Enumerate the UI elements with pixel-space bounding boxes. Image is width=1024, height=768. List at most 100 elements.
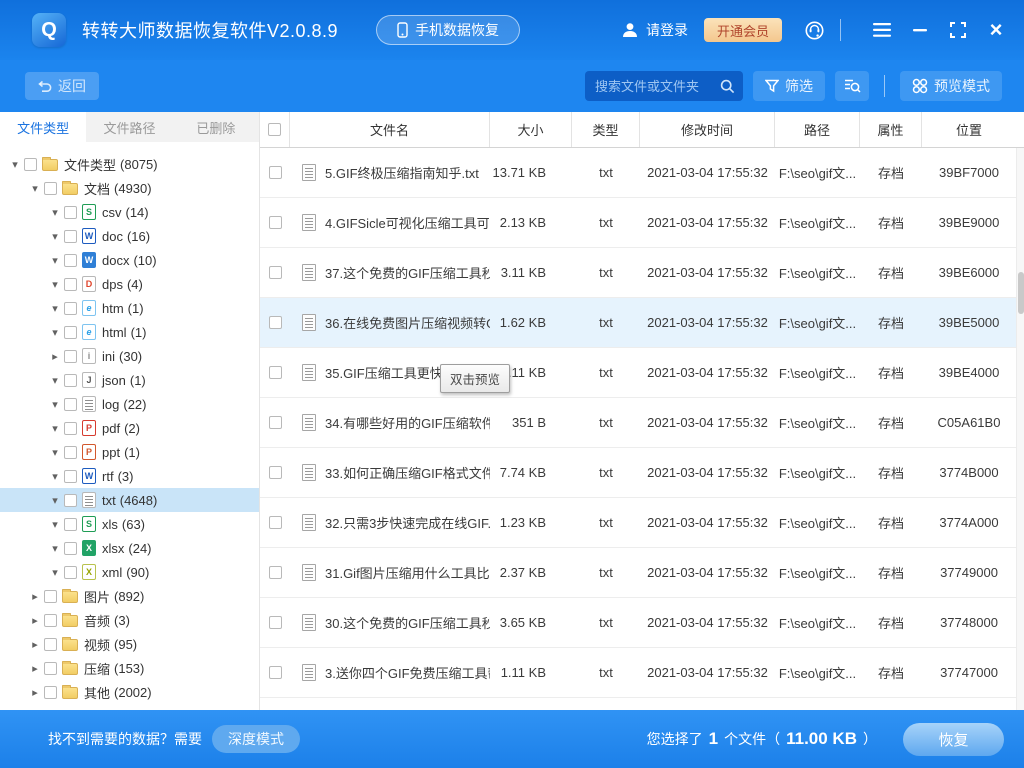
row-checkbox[interactable] — [269, 416, 282, 429]
expand-arrow-icon[interactable]: ▾ — [8, 158, 22, 171]
tree-checkbox[interactable] — [44, 638, 57, 651]
phone-recovery-button[interactable]: 手机数据恢复 — [376, 15, 520, 45]
tree-item-视频[interactable]: ▸视频(95) — [0, 632, 259, 656]
column-header-0[interactable]: 文件名 — [290, 112, 490, 147]
row-checkbox[interactable] — [269, 466, 282, 479]
tree-checkbox[interactable] — [44, 182, 57, 195]
expand-arrow-icon[interactable]: ▾ — [48, 374, 62, 387]
tree-checkbox[interactable] — [64, 350, 77, 363]
vip-button[interactable]: 开通会员 — [704, 18, 782, 42]
row-checkbox[interactable] — [269, 316, 282, 329]
tree-item-ini[interactable]: ▸iini(30) — [0, 344, 259, 368]
tree-item-xlsx[interactable]: ▾Xxlsx(24) — [0, 536, 259, 560]
preview-mode-button[interactable]: 预览模式 — [900, 71, 1002, 101]
expand-arrow-icon[interactable]: ▾ — [48, 518, 62, 531]
tree-item-txt[interactable]: ▾txt(4648) — [0, 488, 259, 512]
tree-item-图片[interactable]: ▸图片(892) — [0, 584, 259, 608]
expand-arrow-icon[interactable]: ▾ — [48, 542, 62, 555]
close-button[interactable]: × — [984, 18, 1008, 42]
tree-item-ppt[interactable]: ▾Pppt(1) — [0, 440, 259, 464]
tab-deleted[interactable]: 已删除 — [173, 112, 259, 142]
tree-checkbox[interactable] — [64, 206, 77, 219]
expand-arrow-icon[interactable]: ▾ — [48, 230, 62, 243]
expand-arrow-icon[interactable]: ▾ — [48, 206, 62, 219]
tree-checkbox[interactable] — [64, 542, 77, 555]
collapse-arrow-icon[interactable]: ▸ — [28, 590, 42, 603]
tree-item-log[interactable]: ▾log(22) — [0, 392, 259, 416]
tree-checkbox[interactable] — [64, 422, 77, 435]
expand-arrow-icon[interactable]: ▾ — [48, 566, 62, 579]
search-in-results-button[interactable] — [835, 71, 869, 101]
row-checkbox[interactable] — [269, 266, 282, 279]
tree-checkbox[interactable] — [64, 494, 77, 507]
login-button[interactable]: 请登录 — [621, 20, 688, 40]
deep-mode-button[interactable]: 深度模式 — [212, 725, 300, 753]
table-row[interactable]: 35.GIF压缩工具更快捷2.11 KBtxt2021-03-04 17:55:… — [260, 348, 1024, 398]
tree-checkbox[interactable] — [64, 518, 77, 531]
tree-item-docx[interactable]: ▾Wdocx(10) — [0, 248, 259, 272]
table-row[interactable]: 37.这个免费的GIF压缩工具秒...3.11 KBtxt2021-03-04 … — [260, 248, 1024, 298]
tree-checkbox[interactable] — [64, 254, 77, 267]
table-row[interactable]: 32.只需3步快速完成在线GIF...1.23 KBtxt2021-03-04 … — [260, 498, 1024, 548]
column-header-5[interactable]: 属性 — [860, 112, 922, 147]
expand-arrow-icon[interactable]: ▾ — [28, 182, 42, 195]
tree-checkbox[interactable] — [64, 566, 77, 579]
tree-item-json[interactable]: ▾Jjson(1) — [0, 368, 259, 392]
table-row[interactable]: 31.Gif图片压缩用什么工具比...2.37 KBtxt2021-03-04 … — [260, 548, 1024, 598]
tree-checkbox[interactable] — [24, 158, 37, 171]
search-input[interactable] — [595, 79, 720, 94]
column-header-1[interactable]: 大小 — [490, 112, 572, 147]
table-row[interactable]: 33.如何正确压缩GIF格式文件...7.74 KBtxt2021-03-04 … — [260, 448, 1024, 498]
table-row[interactable]: 30.这个免费的GIF压缩工具秒...3.65 KBtxt2021-03-04 … — [260, 598, 1024, 648]
collapse-arrow-icon[interactable]: ▸ — [28, 686, 42, 699]
tree-checkbox[interactable] — [44, 662, 57, 675]
tree-checkbox[interactable] — [44, 614, 57, 627]
column-header-4[interactable]: 路径 — [775, 112, 860, 147]
collapse-arrow-icon[interactable]: ▸ — [28, 662, 42, 675]
row-checkbox[interactable] — [269, 516, 282, 529]
expand-arrow-icon[interactable]: ▾ — [48, 446, 62, 459]
tree-item-文件类型[interactable]: ▾文件类型(8075) — [0, 152, 259, 176]
menu-button[interactable] — [870, 18, 894, 42]
column-header-3[interactable]: 修改时间 — [640, 112, 775, 147]
tree-checkbox[interactable] — [64, 446, 77, 459]
tree-item-rtf[interactable]: ▾Wrtf(3) — [0, 464, 259, 488]
row-checkbox[interactable] — [269, 366, 282, 379]
tree-checkbox[interactable] — [64, 470, 77, 483]
select-all-checkbox[interactable] — [268, 123, 281, 136]
tab-file-type[interactable]: 文件类型 — [0, 112, 86, 142]
expand-arrow-icon[interactable]: ▾ — [48, 422, 62, 435]
tree-checkbox[interactable] — [64, 278, 77, 291]
collapse-arrow-icon[interactable]: ▸ — [48, 350, 62, 363]
maximize-button[interactable] — [946, 18, 970, 42]
collapse-arrow-icon[interactable]: ▸ — [28, 614, 42, 627]
expand-arrow-icon[interactable]: ▾ — [48, 398, 62, 411]
minimize-button[interactable] — [908, 18, 932, 42]
search-box[interactable] — [585, 71, 743, 101]
tree-checkbox[interactable] — [44, 686, 57, 699]
tree-item-压缩[interactable]: ▸压缩(153) — [0, 656, 259, 680]
tree-item-csv[interactable]: ▾Scsv(14) — [0, 200, 259, 224]
expand-arrow-icon[interactable]: ▾ — [48, 302, 62, 315]
tree-checkbox[interactable] — [64, 326, 77, 339]
back-button[interactable]: 返回 — [25, 72, 99, 100]
scrollbar-thumb[interactable] — [1018, 272, 1024, 314]
table-scrollbar[interactable] — [1016, 148, 1024, 710]
row-checkbox[interactable] — [269, 666, 282, 679]
tree-checkbox[interactable] — [64, 374, 77, 387]
tree-checkbox[interactable] — [44, 590, 57, 603]
row-checkbox[interactable] — [269, 566, 282, 579]
customer-service-icon[interactable] — [804, 20, 825, 41]
table-row[interactable]: 3.送你四个GIF免费压缩工具帮...1.11 KBtxt2021-03-04 … — [260, 648, 1024, 698]
search-icon[interactable] — [720, 79, 735, 94]
table-row[interactable]: 4.GIFSicle可视化压缩工具可...2.13 KBtxt2021-03-0… — [260, 198, 1024, 248]
tree-item-htm[interactable]: ▾ehtm(1) — [0, 296, 259, 320]
row-checkbox[interactable] — [269, 616, 282, 629]
table-row[interactable]: 34.有哪些好用的GIF压缩软件...351 Btxt2021-03-04 17… — [260, 398, 1024, 448]
tree-checkbox[interactable] — [64, 302, 77, 315]
expand-arrow-icon[interactable]: ▾ — [48, 278, 62, 291]
expand-arrow-icon[interactable]: ▾ — [48, 494, 62, 507]
filter-button[interactable]: 筛选 — [753, 71, 825, 101]
tree-item-其他[interactable]: ▸其他(2002) — [0, 680, 259, 704]
tree-item-html[interactable]: ▾ehtml(1) — [0, 320, 259, 344]
